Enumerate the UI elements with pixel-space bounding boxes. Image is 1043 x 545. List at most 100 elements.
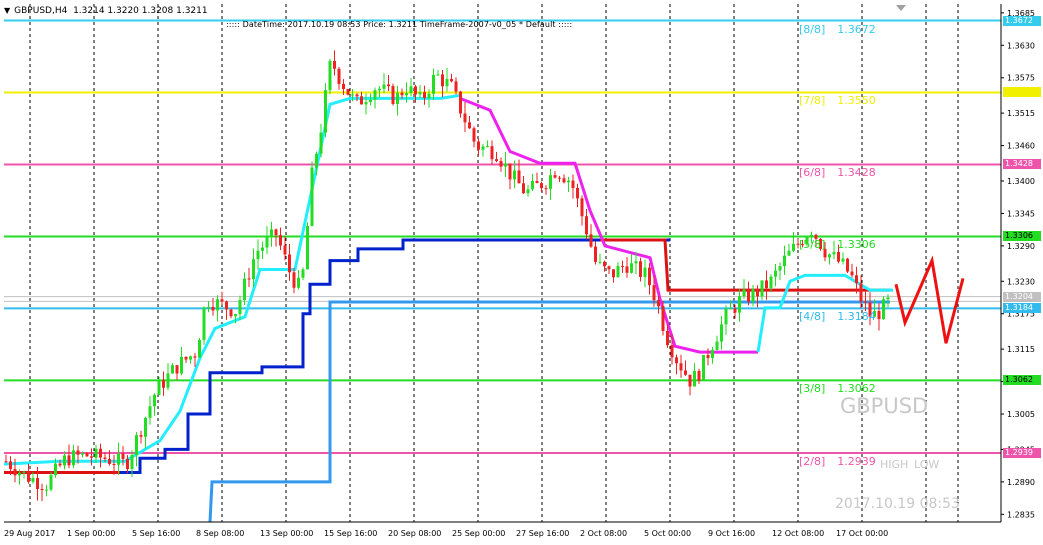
candle-body [171,365,174,374]
candle-body [319,132,323,154]
candle-body [643,267,647,277]
y-tick-label: 1.3345 [1007,209,1035,218]
price-tag: 1.3428 [1003,159,1041,170]
candle-body [720,324,723,342]
chart-header: ▼ GBPUSD,H4 1.3214 1.3220 1.3208 1.3211 [4,6,208,16]
candles [4,50,890,502]
candle-body [778,266,782,271]
candle-body [126,458,129,470]
candle-body [832,252,836,255]
candle-body [400,92,404,96]
candle-body [508,163,512,180]
candle-body [256,250,260,260]
candle-body [742,289,746,297]
level-fraction: [4/8] [799,310,826,324]
candle-body [153,394,156,407]
candle-body [859,283,863,302]
y-axis-labels: 1.36851.36301.35751.35151.34601.34001.33… [1001,9,1035,519]
candle-body [774,270,777,277]
candle-body [706,355,710,359]
candle-body [679,363,683,371]
price-tag: 1.3184 [1003,303,1041,314]
candle-body [787,250,791,256]
candle-body [612,269,615,278]
chart-window[interactable]: 29 Aug 2017 1 Sep 00:00 5 Sep 16:00 8 Sep 0… [0,0,1043,545]
candle-body [283,245,287,255]
candle-body [252,259,255,280]
x-tick-label: 12 Oct 08:00 [772,529,824,538]
candle-body [639,261,642,277]
indicator-info-line: ::::: DateTime: 2017.10.19 08:53 Price: … [226,20,573,29]
murrey-level-label: [7/8] 1.3550 [799,94,876,107]
candle-body [337,68,341,84]
candle-body [216,299,219,311]
candle-body [27,471,30,482]
candle-body [175,365,179,374]
triangle-down-icon[interactable]: ▼ [4,6,10,15]
candle-body [18,472,21,476]
candle-body [166,373,170,388]
candle-body [342,83,345,90]
candle-body [279,235,282,246]
candle-body [468,122,471,129]
projection-zigzag [894,255,965,344]
scroll-marker-icon[interactable] [896,5,906,11]
x-tick-label: 13 Sep 00:00 [260,529,313,538]
x-tick-label: 27 Sep 16:00 [516,529,569,538]
candle-body [198,339,201,358]
candle-body [409,86,413,94]
candle-body [607,266,611,270]
murrey-level-label: [8/8] 1.3672 [799,23,876,36]
y-tick-label: 1.3460 [1007,142,1035,151]
candle-body [729,308,732,310]
candle-body [333,60,336,69]
murrey-level-label: [5/8] 1.3306 [799,238,876,251]
x-axis-labels: 29 Aug 2017 1 Sep 00:00 5 Sep 16:00 8 Sep 0… [4,529,888,538]
candle-body [103,457,107,460]
price-tag: 1.3204 [1003,291,1041,302]
magenta-line [459,97,758,354]
candle-body [139,435,143,437]
candle-body [666,330,669,346]
candle-body [724,308,728,325]
candle-body [526,189,530,194]
cyan-line-left [3,93,461,466]
murrey-level-label: [4/8] 1.3184 [799,310,876,323]
candle-body [486,146,489,148]
candle-body [391,86,395,104]
candle-body [382,84,386,89]
candle-body [841,258,845,262]
candle-body [711,349,714,359]
candle-body [445,78,449,87]
candle-body [306,225,309,270]
candle-body [513,170,516,180]
candle-body [436,74,440,76]
candle-body [76,450,80,455]
candle-body [180,356,183,374]
low-watermark: LOW [914,458,940,471]
x-tick-label: 9 Oct 16:00 [708,529,755,538]
level-fraction: [2/8] [799,454,826,468]
ohlc-values: 1.3214 1.3220 1.3208 1.3211 [73,6,208,16]
candle-body [828,254,831,258]
candle-body [238,300,242,315]
candle-body [418,92,422,95]
candle-body [99,448,102,458]
symbol-watermark: GBPUSD [840,394,929,418]
candle-body [387,84,390,87]
candle-body [837,252,840,262]
candle-body [490,146,494,160]
candle-body [477,141,480,150]
candle-body [693,370,696,387]
candle-body [31,478,35,482]
candle-body [589,234,593,247]
level-price: 1.2939 [837,454,876,468]
candle-body [792,243,795,251]
level-price: 1.3428 [837,166,876,180]
candle-body [58,463,62,466]
candle-body [855,275,858,284]
candle-body [328,60,332,91]
candle-body [747,289,750,302]
candle-body [675,357,678,364]
candle-body [108,459,111,464]
